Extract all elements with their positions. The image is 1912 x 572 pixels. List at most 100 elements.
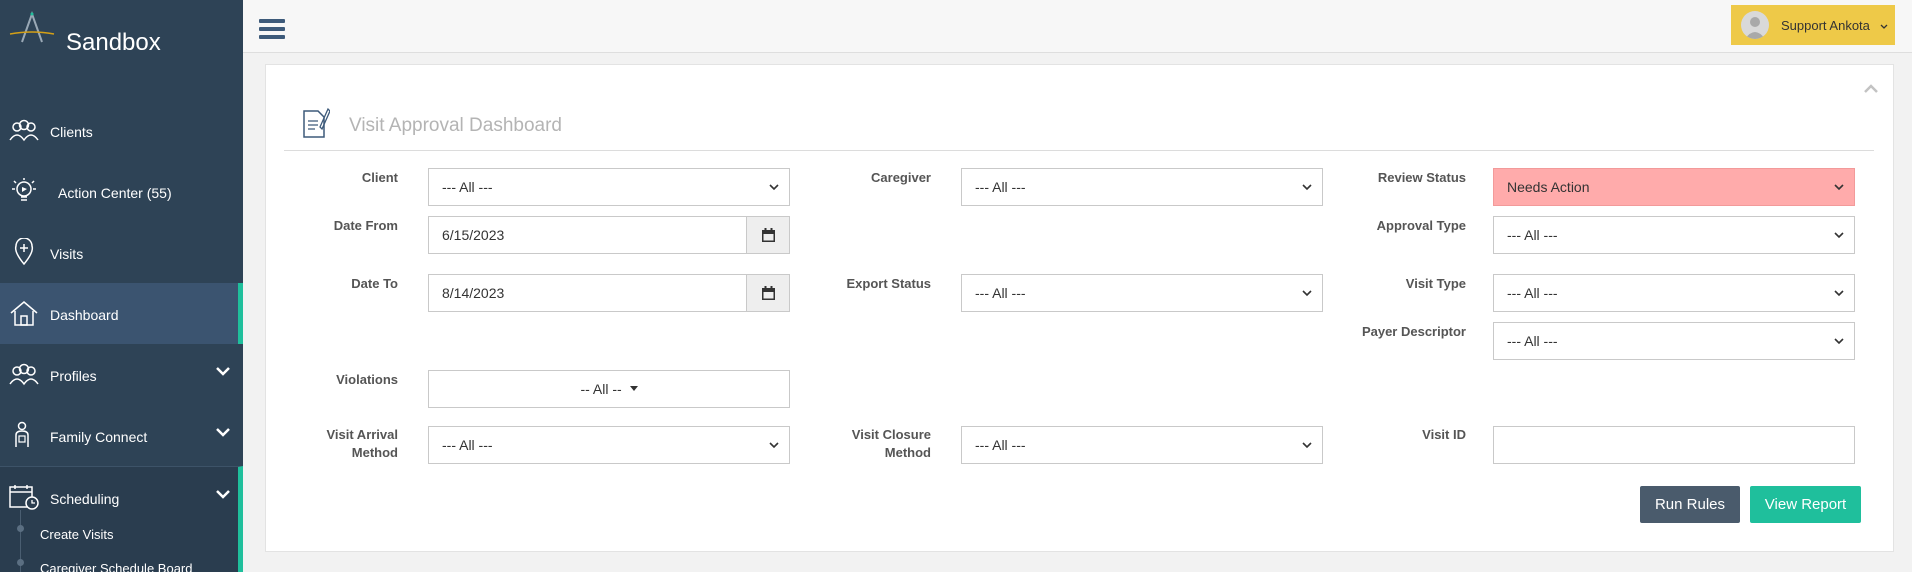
sidebar-item-label: Profiles bbox=[50, 368, 97, 384]
select-value: --- All --- bbox=[1507, 285, 1558, 301]
lightbulb-icon bbox=[12, 178, 36, 201]
visit-approval-panel: Visit Approval Dashboard Client --- All … bbox=[265, 64, 1894, 552]
chevron-down-icon bbox=[769, 184, 779, 191]
date-to-label: Date To bbox=[351, 276, 398, 291]
payer-descriptor-select[interactable]: --- All --- bbox=[1493, 322, 1855, 360]
visit-type-label: Visit Type bbox=[1405, 276, 1466, 291]
date-from-input[interactable] bbox=[428, 216, 746, 254]
review-status-label: Review Status bbox=[1377, 170, 1466, 185]
caret-down-icon bbox=[629, 386, 638, 391]
visit-arrival-method-label: Visit Arrival Method bbox=[306, 426, 398, 462]
calendar-icon bbox=[762, 286, 775, 300]
subnav-item-create-visits[interactable]: Create Visits bbox=[0, 510, 238, 544]
select-value: --- All --- bbox=[975, 179, 1026, 195]
scheduling-submenu: Create Visits Caregiver Schedule Board bbox=[0, 510, 243, 572]
chevron-down-icon bbox=[1834, 184, 1844, 191]
sidebar-item-visits[interactable]: Visits bbox=[0, 222, 243, 283]
label-line: Method bbox=[351, 445, 398, 460]
sidebar-item-action-center[interactable]: Action Center (55) bbox=[0, 161, 243, 222]
subnav-item-label: Create Visits bbox=[40, 527, 114, 542]
client-label: Client bbox=[361, 170, 398, 185]
select-value: --- All --- bbox=[975, 437, 1026, 453]
label-line: Method bbox=[884, 445, 931, 460]
client-select[interactable]: --- All --- bbox=[428, 168, 790, 206]
subnav-item-label: Caregiver Schedule Board bbox=[40, 561, 193, 572]
multiselect-value: -- All -- bbox=[580, 381, 622, 397]
calendar-icon bbox=[762, 228, 775, 242]
date-from-label: Date From bbox=[333, 218, 398, 233]
users-group-icon bbox=[9, 119, 39, 142]
select-value: --- All --- bbox=[1507, 227, 1558, 243]
sidebar-item-label: Visits bbox=[50, 246, 84, 262]
export-status-label: Export Status bbox=[846, 276, 931, 291]
sidebar: Sandbox Clients Action Center (55) Visit… bbox=[0, 0, 243, 572]
chevron-down-icon bbox=[1834, 232, 1844, 239]
chevron-down-icon bbox=[1302, 184, 1312, 191]
sidebar-item-label: Clients bbox=[50, 124, 93, 140]
date-to-group bbox=[428, 274, 790, 312]
brand: Sandbox bbox=[0, 0, 243, 83]
brand-title: Sandbox bbox=[66, 29, 161, 56]
chevron-up-icon[interactable] bbox=[1863, 83, 1879, 95]
sidebar-item-label: Family Connect bbox=[50, 429, 148, 445]
subnav-item-caregiver-schedule-board[interactable]: Caregiver Schedule Board bbox=[0, 544, 238, 572]
chevron-down-icon bbox=[1880, 24, 1888, 29]
caregiver-select[interactable]: --- All --- bbox=[961, 168, 1323, 206]
sidebar-item-label: Action Center (55) bbox=[58, 185, 172, 201]
sidebar-item-family-connect[interactable]: Family Connect bbox=[0, 405, 243, 466]
date-to-calendar-button[interactable] bbox=[746, 274, 790, 312]
family-icon bbox=[15, 421, 29, 447]
bullet-icon bbox=[17, 525, 24, 532]
approval-type-select[interactable]: --- All --- bbox=[1493, 216, 1855, 254]
review-status-select[interactable]: Needs Action bbox=[1493, 168, 1855, 206]
users-group-icon bbox=[9, 363, 39, 386]
chevron-down-icon bbox=[1302, 442, 1312, 449]
select-value: Needs Action bbox=[1507, 179, 1590, 195]
sidebar-nav: Clients Action Center (55) Visits Dashbo… bbox=[0, 100, 243, 527]
chevron-down-icon bbox=[1834, 290, 1844, 297]
visit-id-input[interactable] bbox=[1493, 426, 1855, 464]
view-report-button[interactable]: View Report bbox=[1750, 486, 1861, 523]
user-avatar-icon bbox=[1745, 17, 1765, 39]
sidebar-item-profiles[interactable]: Profiles bbox=[0, 344, 243, 405]
date-from-calendar-button[interactable] bbox=[746, 216, 790, 254]
select-value: --- All --- bbox=[1507, 333, 1558, 349]
export-status-select[interactable]: --- All --- bbox=[961, 274, 1323, 312]
panel-header: Visit Approval Dashboard bbox=[284, 103, 1874, 151]
sidebar-item-dashboard[interactable]: Dashboard bbox=[0, 283, 243, 344]
visit-arrival-method-select[interactable]: --- All --- bbox=[428, 426, 790, 464]
page-title: Visit Approval Dashboard bbox=[349, 115, 562, 136]
document-edit-icon bbox=[303, 107, 330, 138]
ankota-logo-icon bbox=[9, 11, 55, 43]
select-value: --- All --- bbox=[975, 285, 1026, 301]
visit-type-select[interactable]: --- All --- bbox=[1493, 274, 1855, 312]
chevron-down-icon bbox=[216, 490, 230, 499]
date-to-input[interactable] bbox=[428, 274, 746, 312]
caregiver-label: Caregiver bbox=[871, 170, 931, 185]
user-menu-button[interactable]: Support Ankota bbox=[1731, 5, 1895, 45]
run-rules-button[interactable]: Run Rules bbox=[1640, 486, 1740, 523]
sidebar-item-clients[interactable]: Clients bbox=[0, 100, 243, 161]
date-from-group bbox=[428, 216, 790, 254]
select-value: --- All --- bbox=[442, 437, 493, 453]
home-icon bbox=[10, 301, 38, 326]
payer-descriptor-label: Payer Descriptor bbox=[1361, 324, 1466, 339]
map-pin-icon bbox=[14, 238, 34, 266]
user-name: Support Ankota bbox=[1781, 18, 1870, 33]
bullet-icon bbox=[17, 559, 24, 566]
chevron-down-icon bbox=[216, 367, 230, 376]
avatar bbox=[1741, 11, 1769, 39]
visit-closure-method-label: Visit Closure Method bbox=[826, 426, 931, 462]
menu-toggle-icon[interactable] bbox=[259, 19, 285, 41]
select-value: --- All --- bbox=[442, 179, 493, 195]
violations-label: Violations bbox=[336, 372, 398, 387]
chevron-down-icon bbox=[1834, 338, 1844, 345]
violations-multiselect[interactable]: -- All -- bbox=[428, 370, 790, 408]
chevron-down-icon bbox=[769, 442, 779, 449]
sidebar-item-label: Dashboard bbox=[50, 307, 119, 323]
approval-type-label: Approval Type bbox=[1376, 218, 1466, 233]
chevron-down-icon bbox=[216, 428, 230, 437]
visit-closure-method-select[interactable]: --- All --- bbox=[961, 426, 1323, 464]
chevron-down-icon bbox=[1302, 290, 1312, 297]
label-line: Visit Closure bbox=[851, 427, 931, 442]
